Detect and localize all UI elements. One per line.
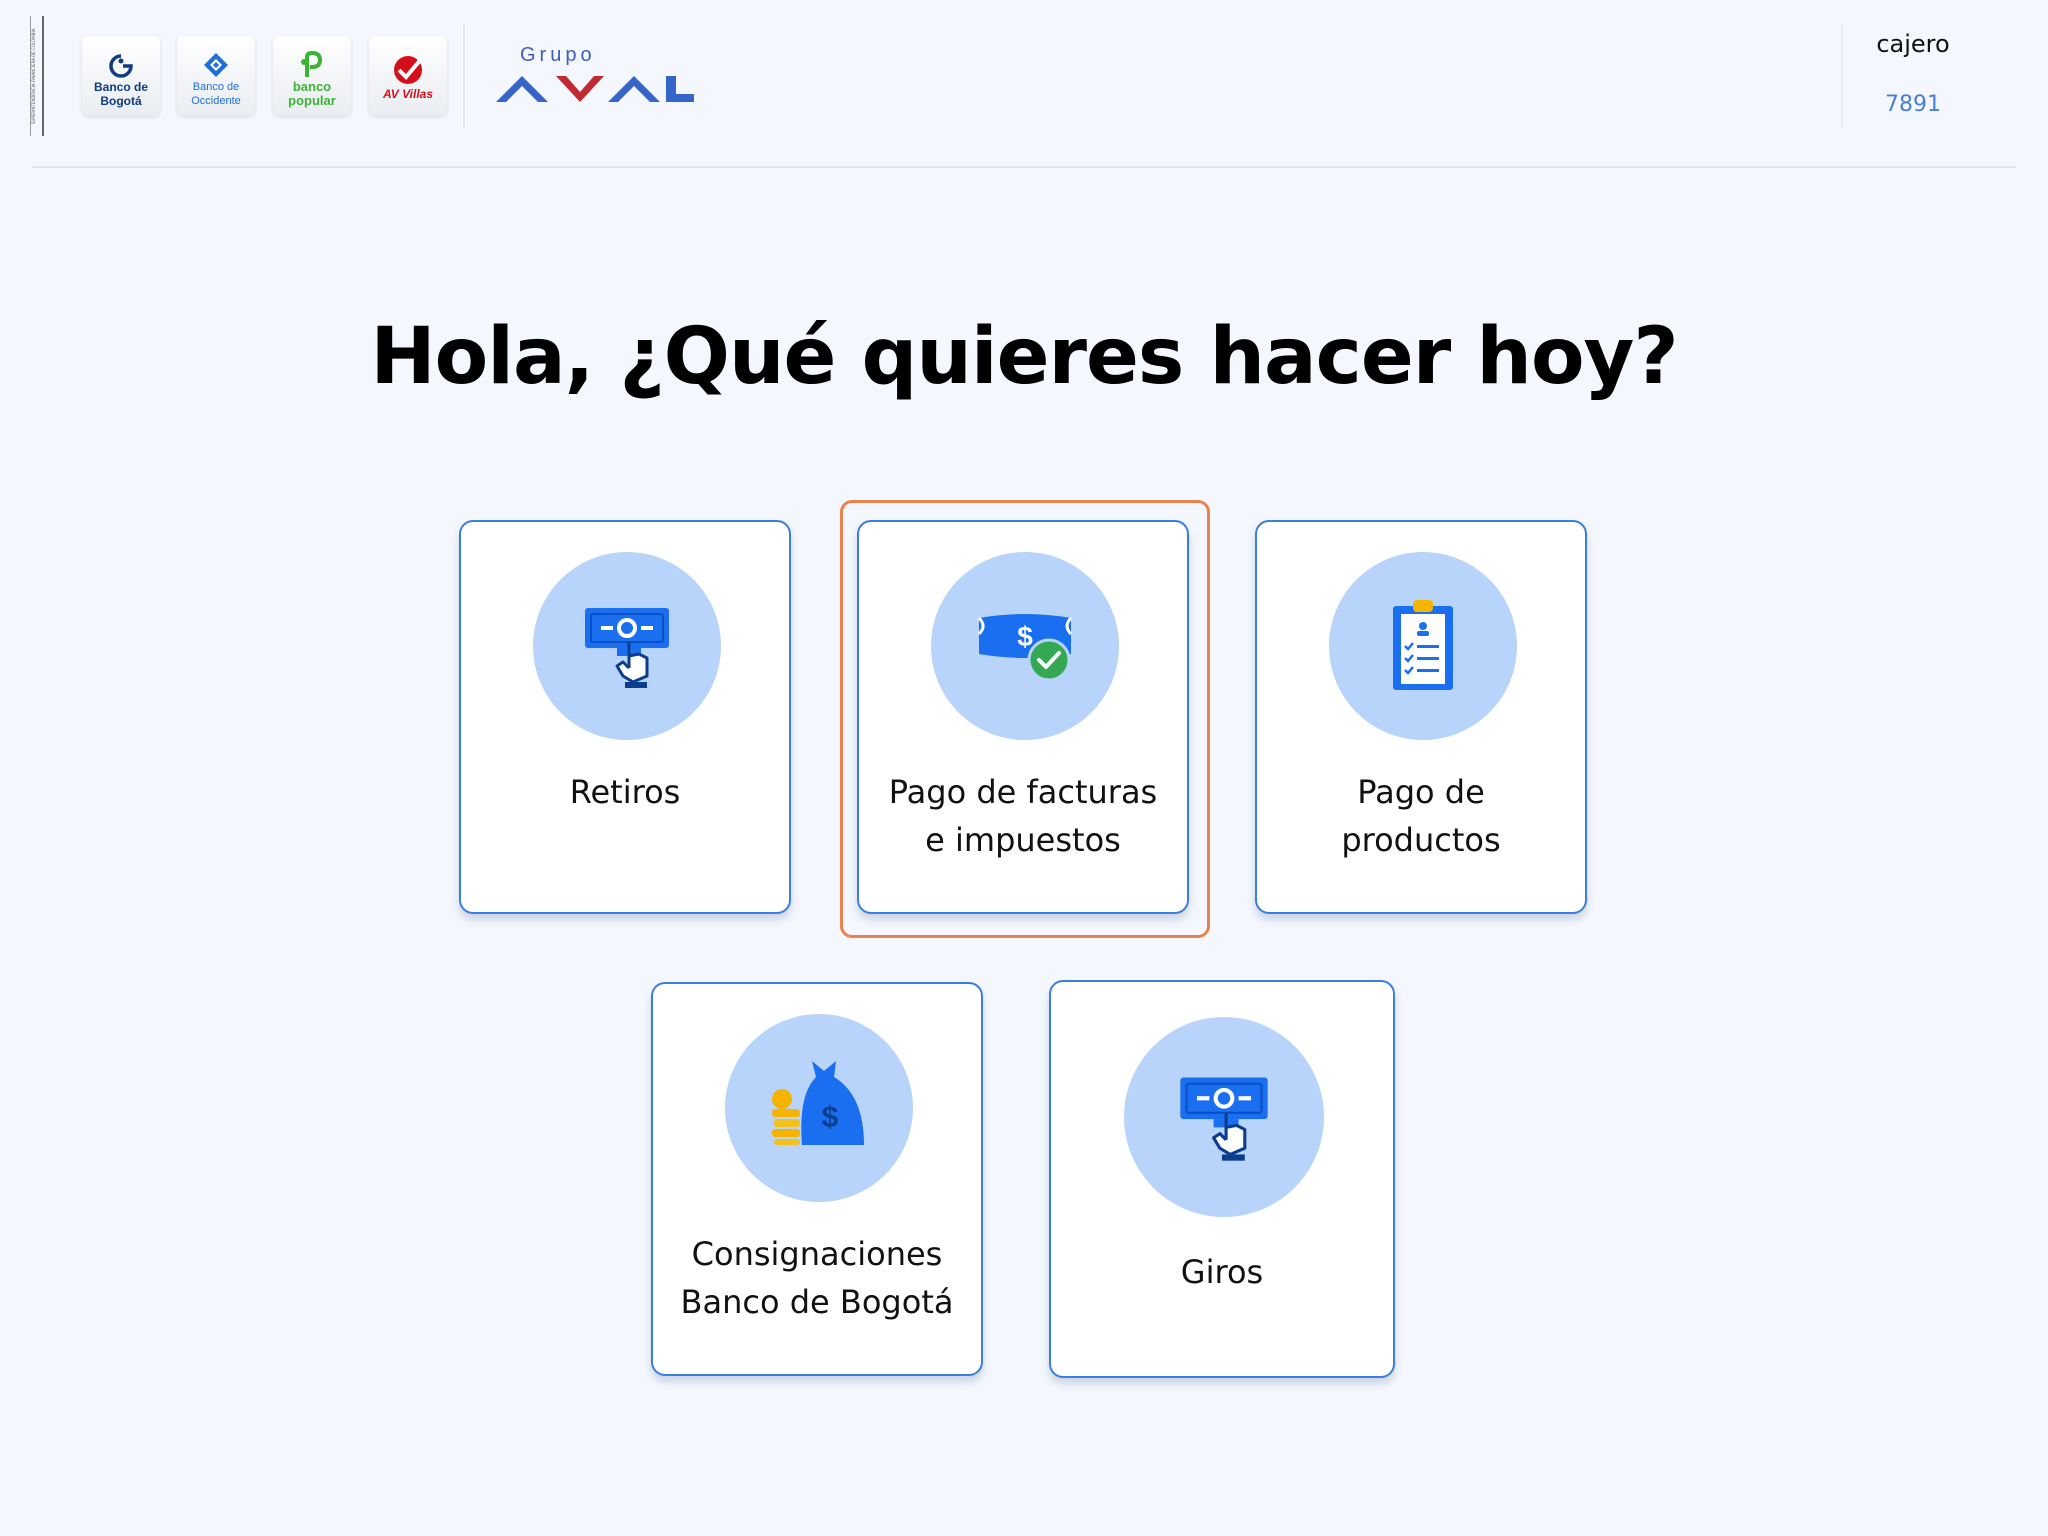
av-villas-logo: AV Villas xyxy=(369,36,447,116)
banco-bogota-line2: Bogotá xyxy=(100,94,142,108)
option-label: Retiros xyxy=(471,768,779,816)
option-pago-facturas[interactable]: $ Pago de facturas e impuestos xyxy=(857,520,1189,914)
icon-circle: $ xyxy=(725,1014,913,1202)
header-divider xyxy=(32,166,2016,168)
grupo-aval-logo: Grupo xyxy=(494,44,714,114)
terminal-id: 7891 xyxy=(1885,92,1941,117)
clipboard-checklist-icon xyxy=(1393,600,1453,690)
icon-circle xyxy=(1329,552,1517,740)
option-label-line1: Retiros xyxy=(569,773,681,811)
logo-separator xyxy=(463,24,465,128)
banco-occidente-line1: Banco de xyxy=(192,81,240,93)
option-label: Pago de facturas e impuestos xyxy=(869,768,1177,864)
terminal-label: cajero xyxy=(1876,30,1950,58)
banco-bogota-logo: Banco de Bogotá xyxy=(82,36,160,116)
option-label-line2: Banco de Bogotá xyxy=(680,1283,954,1321)
banco-occidente-line2: Occidente xyxy=(191,95,241,107)
money-transfer-icon xyxy=(1180,1077,1268,1161)
icon-circle: $ xyxy=(931,552,1119,740)
bill-payment-icon: $ xyxy=(977,614,1073,682)
option-pago-productos[interactable]: Pago de productos xyxy=(1255,520,1587,914)
banco-popular-line2: popular xyxy=(288,93,336,108)
option-label: Pago de productos xyxy=(1267,768,1575,864)
grupo-aval-small-text: Grupo xyxy=(520,44,596,66)
option-label-line1: Consignaciones xyxy=(691,1235,943,1273)
option-label-line1: Pago de xyxy=(1357,773,1485,811)
page-title: Hola, ¿Qué quieres hacer hoy? xyxy=(370,312,1678,402)
money-bag-coins-icon: $ xyxy=(772,1061,864,1145)
option-giros[interactable]: Giros xyxy=(1049,980,1395,1378)
option-label-line2: e impuestos xyxy=(925,821,1121,859)
banco-occidente-logo: Banco de Occidente xyxy=(177,36,255,116)
icon-circle xyxy=(533,552,721,740)
option-retiros[interactable]: Retiros xyxy=(459,520,791,914)
cash-withdrawal-icon xyxy=(585,608,669,688)
regulator-strip: SUPERINTENDENCIA FINANCIERA DE COLOMBIA xyxy=(30,16,44,136)
svg-text:$: $ xyxy=(822,1101,839,1134)
banco-popular-logo: banco popular xyxy=(273,36,351,116)
header: SUPERINTENDENCIA FINANCIERA DE COLOMBIA … xyxy=(0,0,2048,168)
option-label-line2: productos xyxy=(1341,821,1501,859)
option-consignaciones[interactable]: $ Consignaciones Banco de Bogotá xyxy=(651,982,983,1376)
banco-popular-line1: banco xyxy=(292,79,332,94)
option-label-line1: Pago de facturas xyxy=(888,773,1158,811)
aval-wordmark-icon xyxy=(496,76,694,102)
icon-circle xyxy=(1124,1017,1324,1217)
banco-bogota-line1: Banco de xyxy=(93,80,148,94)
option-label: Giros xyxy=(1061,1248,1383,1296)
option-label-line1: Giros xyxy=(1180,1253,1264,1291)
av-villas-line2: AV Villas xyxy=(382,87,434,101)
svg-text:$: $ xyxy=(1017,621,1033,652)
option-label: Consignaciones Banco de Bogotá xyxy=(663,1230,971,1326)
